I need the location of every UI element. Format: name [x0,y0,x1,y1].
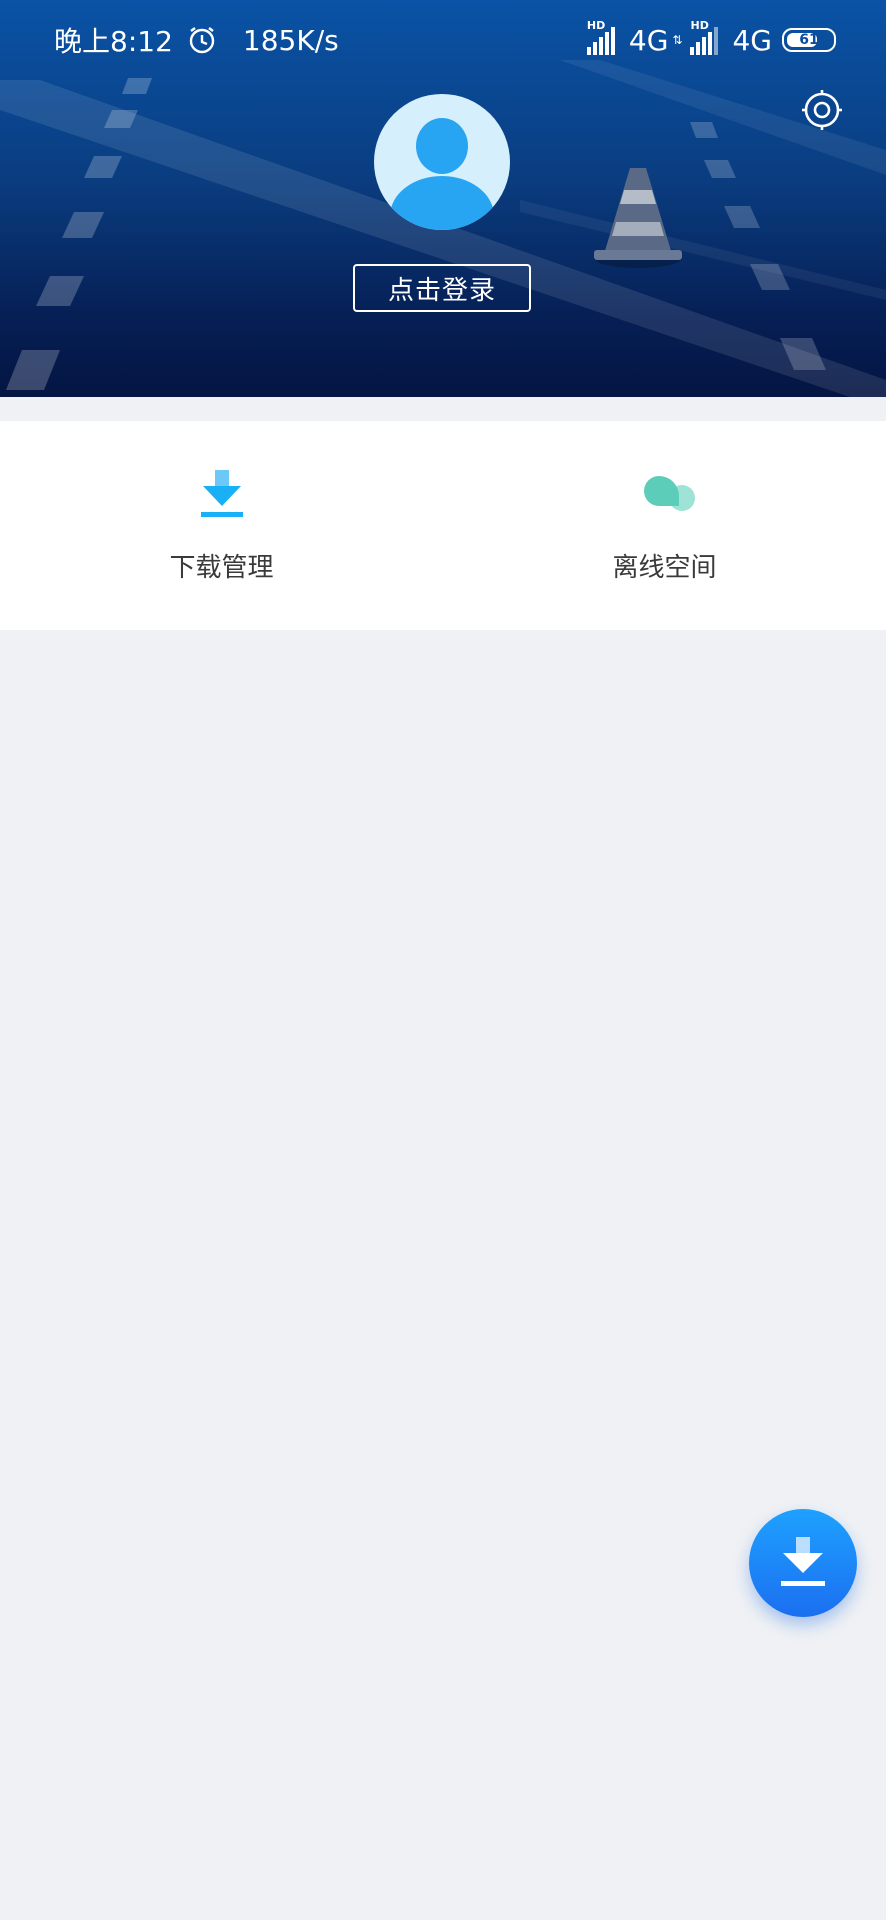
cloud-icon [644,476,695,511]
download-fab-button[interactable] [749,1509,857,1617]
user-avatar-icon [390,118,494,230]
offline-space-label: 离线空间 [612,553,717,583]
traffic-cone-decoration [594,168,682,268]
login-button[interactable]: 点击登录 [353,264,531,312]
data-arrows-icon: ⇅ [672,33,683,47]
alarm-clock-icon [189,27,215,54]
status-bar: 晚上8:12 185K/s HD 4G ⇅ HD 4G 61 [0,0,886,80]
download-manager-item[interactable]: 下载管理 [0,421,443,630]
download-manager-label: 下载管理 [169,553,274,583]
battery-level: 61 [799,32,819,48]
settings-icon[interactable] [800,88,844,132]
status-time: 晚上8:12 [54,25,173,58]
battery-icon: 61 [782,28,836,52]
download-icon [781,1537,825,1586]
signal-strength-icon: HD [586,19,623,55]
network-type-2: 4G [732,23,772,57]
signal-strength-icon-2: HD [690,19,726,55]
offline-space-item[interactable]: 离线空间 [443,421,886,630]
profile-header: 晚上8:12 185K/s HD 4G ⇅ HD 4G 61 点击登录 [0,0,886,397]
network-type-1: 4G [628,23,669,57]
feature-card: 下载管理 离线空间 [0,421,886,630]
avatar[interactable] [374,94,510,230]
network-speed: 185K/s [242,23,339,57]
download-icon [201,470,243,517]
